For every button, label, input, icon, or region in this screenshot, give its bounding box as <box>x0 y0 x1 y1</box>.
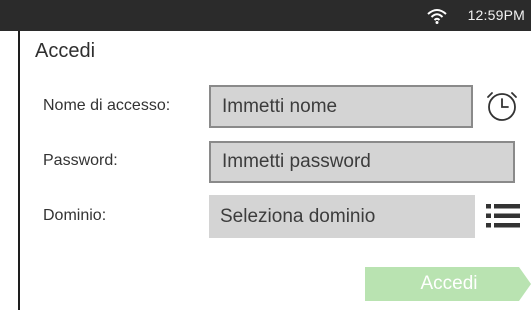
domain-select[interactable]: Seleziona dominio <box>209 195 475 238</box>
username-label: Nome di accesso: <box>43 97 171 114</box>
history-clock-icon[interactable] <box>486 90 518 122</box>
password-label: Password: <box>43 152 118 169</box>
login-button-label: Accedi <box>420 273 478 294</box>
login-button[interactable]: Accedi <box>365 267 531 301</box>
password-input[interactable]: Immetti password <box>209 141 515 183</box>
list-menu-icon[interactable] <box>486 202 520 230</box>
status-time: 12:59PM <box>467 7 525 23</box>
panel-left-border <box>18 31 20 310</box>
username-input[interactable]: Immetti nome <box>209 85 473 128</box>
page-title: Accedi <box>35 40 96 62</box>
status-bar: 12:59PM <box>0 0 531 31</box>
wifi-icon <box>427 9 447 24</box>
domain-label: Dominio: <box>43 207 107 224</box>
